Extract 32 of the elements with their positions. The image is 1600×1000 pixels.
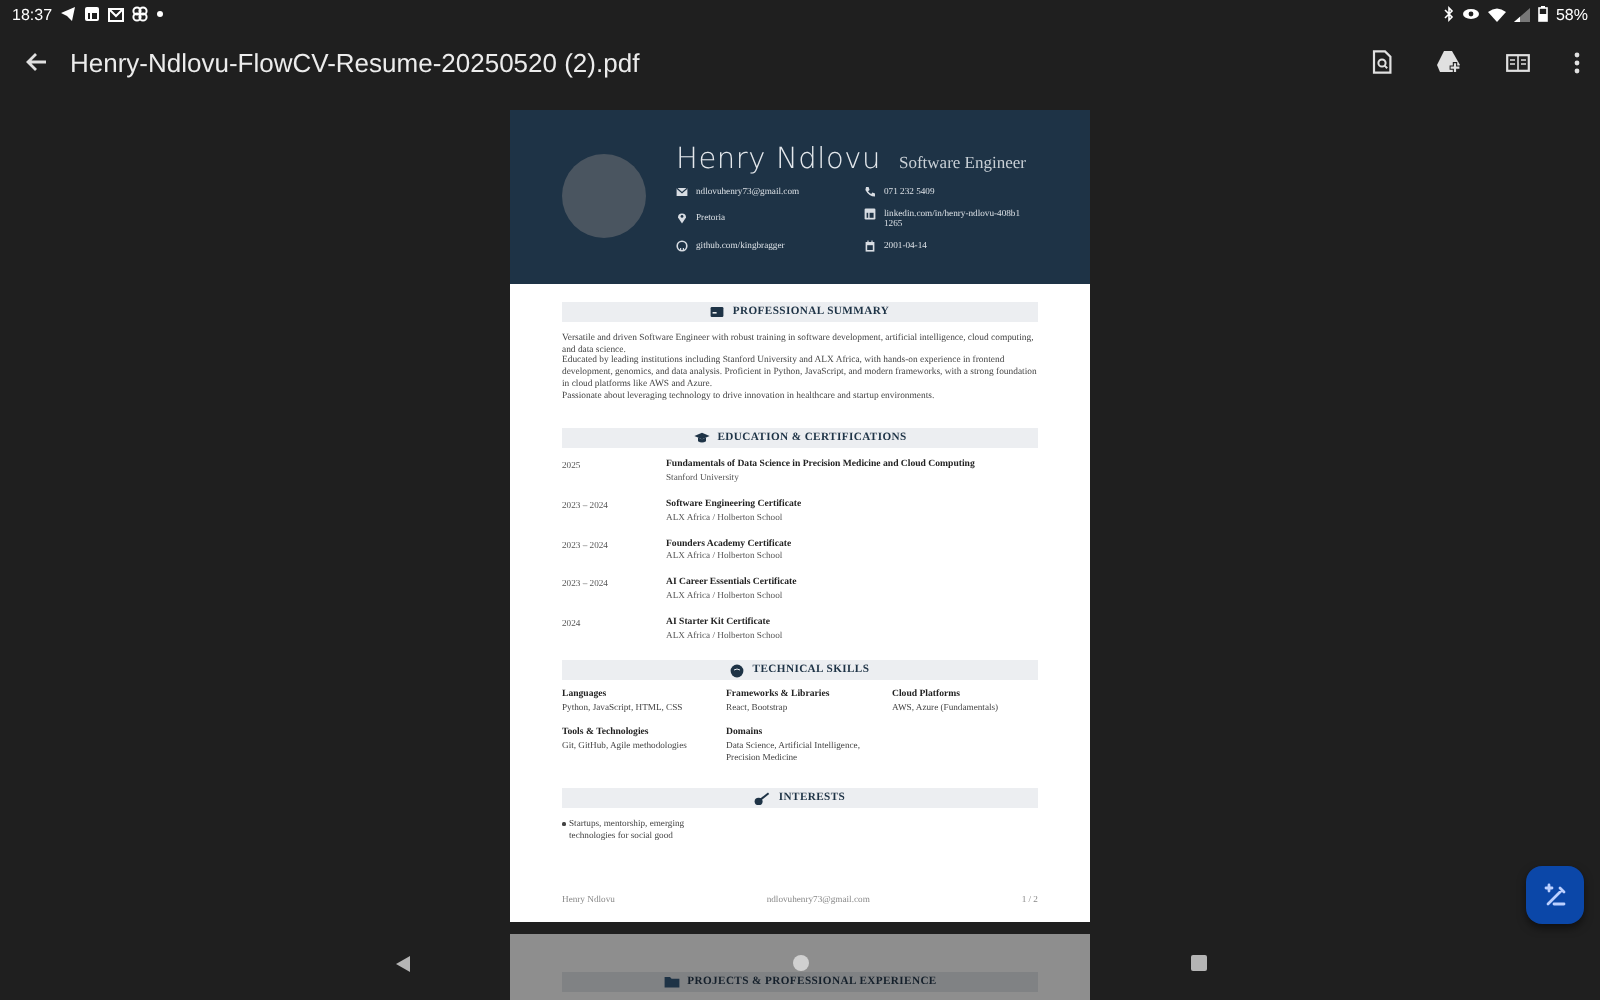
phone-icon bbox=[864, 186, 876, 198]
edit-button[interactable] bbox=[1526, 866, 1584, 924]
search-document-icon[interactable] bbox=[1372, 50, 1392, 74]
back-icon[interactable] bbox=[393, 954, 411, 974]
calendar-icon bbox=[864, 239, 876, 252]
square-app-icon bbox=[84, 6, 101, 22]
more-icon[interactable] bbox=[1574, 51, 1580, 73]
pencil-icon bbox=[1541, 881, 1569, 909]
eye-icon bbox=[1461, 8, 1480, 20]
person-name: Henry Ndlovu bbox=[676, 144, 881, 176]
signal-icon bbox=[1513, 7, 1530, 21]
square-logo-icon bbox=[864, 208, 876, 220]
job-title: Software Engineer bbox=[899, 152, 1026, 172]
folder-icon bbox=[663, 976, 680, 988]
photo-placeholder bbox=[562, 154, 646, 238]
document-title: Henry-Ndlovu-FlowCV-Resume-20250520 (2).pdf bbox=[70, 47, 640, 77]
envelope-icon bbox=[108, 7, 125, 21]
envelope-icon bbox=[676, 186, 688, 198]
back-arrow-icon[interactable] bbox=[26, 52, 48, 72]
battery-level: 58% bbox=[1555, 5, 1588, 23]
recents-icon[interactable] bbox=[1189, 954, 1207, 972]
map-pin-icon bbox=[676, 212, 688, 225]
book-icon[interactable] bbox=[1506, 53, 1530, 71]
battery-icon bbox=[1537, 6, 1548, 22]
bluetooth-icon bbox=[1443, 6, 1454, 22]
dot-icon bbox=[156, 10, 165, 18]
paper-plane-icon bbox=[60, 6, 77, 22]
wifi-icon bbox=[1487, 7, 1506, 21]
flower-icon bbox=[132, 6, 149, 22]
graduation-cap-icon bbox=[693, 432, 710, 445]
status-time: 18:37 bbox=[12, 5, 53, 23]
guitar-icon bbox=[754, 791, 771, 806]
